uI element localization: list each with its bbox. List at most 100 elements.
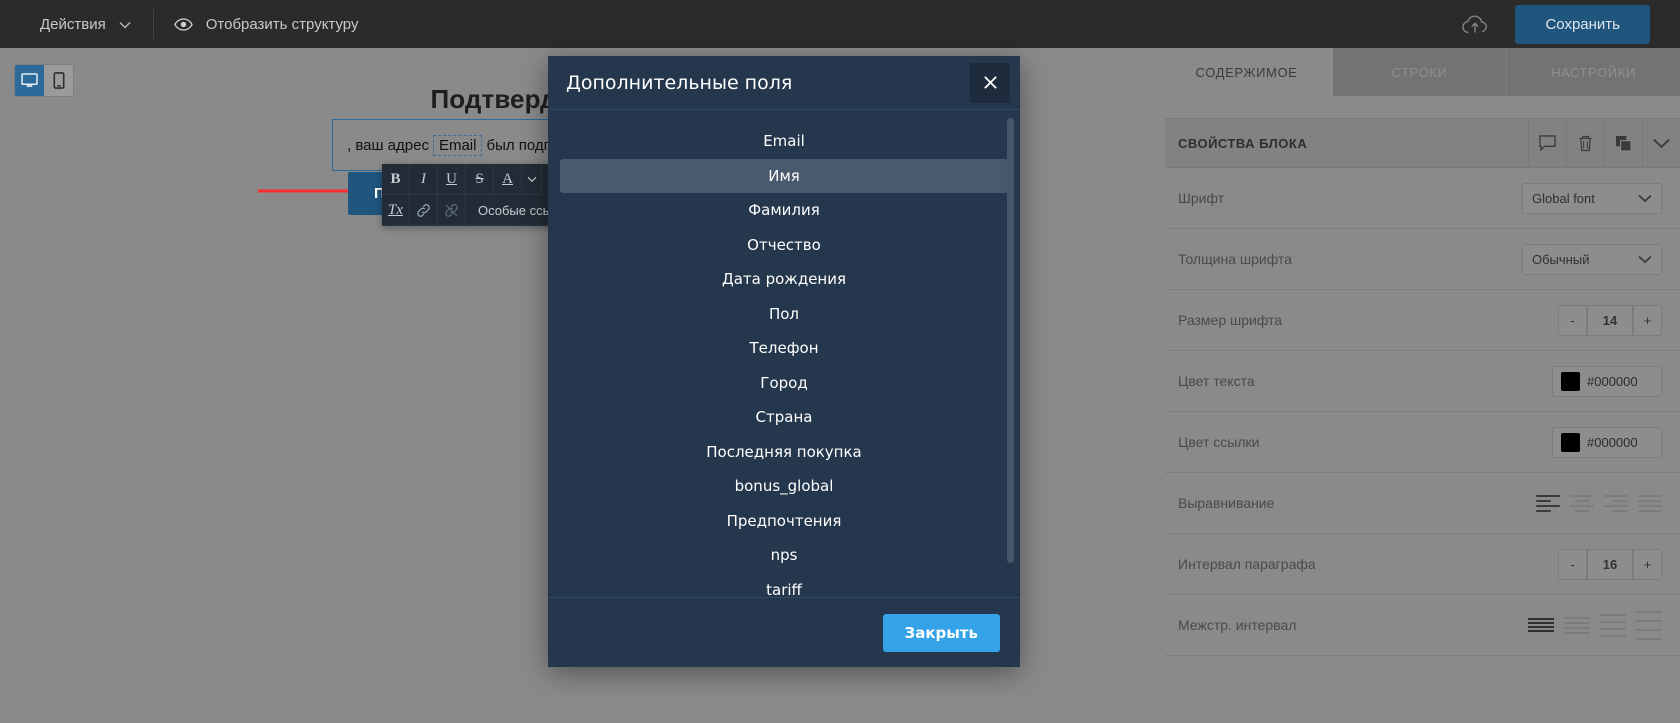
property-label: Толщина шрифта xyxy=(1178,251,1292,267)
desktop-icon[interactable] xyxy=(15,65,44,96)
tab-settings[interactable]: НАСТРОЙКИ xyxy=(1506,48,1680,96)
text-color-picker[interactable]: #000000 xyxy=(1552,365,1662,397)
field-list-item[interactable]: Страна xyxy=(560,400,1008,434)
line-height-normal-icon[interactable] xyxy=(1564,616,1590,634)
property-row-paragraph-spacing: Интервал параграфа - 16 + xyxy=(1165,534,1680,595)
collapse-chevron-down-icon[interactable] xyxy=(1642,118,1680,168)
modal-footer: Закрыть xyxy=(548,597,1020,667)
align-justify-icon[interactable] xyxy=(1638,494,1662,512)
modal-scrollbar-thumb[interactable] xyxy=(1007,118,1014,563)
modal-body: Email Имя Фамилия Отчество Дата рождения Пол Т… xyxy=(548,110,1020,597)
top-bar: Действия Отобразить структуру Сохранить xyxy=(0,0,1680,48)
field-list-item[interactable]: Предпочтения xyxy=(560,504,1008,538)
field-list-item[interactable]: Email xyxy=(560,124,1008,158)
property-row-font-size: Размер шрифта - 14 + xyxy=(1165,290,1680,351)
block-properties-actions xyxy=(1528,118,1680,168)
paragraph-spacing-stepper: - 16 + xyxy=(1558,548,1662,580)
eye-icon xyxy=(174,17,193,31)
field-list-item[interactable]: Телефон xyxy=(560,331,1008,365)
paragraph-spacing-value[interactable]: 16 xyxy=(1587,548,1633,580)
line-height-relaxed-icon[interactable] xyxy=(1600,613,1626,637)
paragraph-spacing-decrement[interactable]: - xyxy=(1558,548,1587,580)
field-list-item[interactable]: Отчество xyxy=(560,228,1008,262)
align-left-icon[interactable] xyxy=(1536,494,1560,512)
color-swatch xyxy=(1561,432,1580,452)
property-label: Цвет текста xyxy=(1178,373,1255,389)
property-control: Global font xyxy=(1522,182,1662,214)
property-row-text-color: Цвет текста #000000 xyxy=(1165,351,1680,412)
line-height-loose-icon[interactable] xyxy=(1636,610,1662,640)
additional-fields-modal: Дополнительные поля Email Имя Фамилия Отчес… xyxy=(548,56,1020,667)
field-list-item[interactable]: Фамилия xyxy=(560,193,1008,227)
unlink-icon[interactable] xyxy=(438,195,466,226)
show-structure-label: Отобразить структуру xyxy=(205,15,359,33)
property-control: #000000 xyxy=(1552,365,1662,397)
paragraph-spacing-increment[interactable]: + xyxy=(1633,548,1662,580)
show-structure-toggle[interactable]: Отобразить структуру xyxy=(154,0,379,48)
property-row-font: Шрифт Global font xyxy=(1165,168,1680,229)
font-size-increment[interactable]: + xyxy=(1633,304,1662,336)
align-right-icon[interactable] xyxy=(1604,494,1628,512)
font-size-decrement[interactable]: - xyxy=(1558,304,1587,336)
strikethrough-button[interactable]: S xyxy=(466,164,494,195)
comment-icon[interactable] xyxy=(1528,118,1566,168)
underline-button[interactable]: U xyxy=(438,164,466,195)
bold-button[interactable]: B xyxy=(382,164,410,195)
field-list-item[interactable]: Последняя покупка xyxy=(560,435,1008,469)
font-family-select[interactable]: Global font xyxy=(1522,182,1662,214)
field-list-item[interactable]: Дата рождения xyxy=(560,262,1008,296)
properties-panel: СОДЕРЖИМОЕ СТРОКИ НАСТРОЙКИ СВОЙСТВА БЛО… xyxy=(1160,48,1680,723)
actions-label: Действия xyxy=(40,15,106,33)
trash-icon[interactable] xyxy=(1566,118,1604,168)
align-center-icon[interactable] xyxy=(1570,494,1594,512)
property-row-alignment: Выравнивание xyxy=(1165,473,1680,534)
property-row-line-height: Межстр. интервал xyxy=(1165,595,1680,656)
chevron-down-icon xyxy=(1638,255,1652,264)
field-list-item[interactable]: nps xyxy=(560,538,1008,572)
italic-button[interactable]: I xyxy=(410,164,438,195)
property-label: Цвет ссылки xyxy=(1178,434,1260,450)
field-list-item[interactable]: bonus_global xyxy=(560,469,1008,503)
property-control: #000000 xyxy=(1552,426,1662,458)
top-bar-right: Сохранить xyxy=(1461,4,1680,44)
actions-menu[interactable]: Действия xyxy=(0,0,153,48)
link-color-picker[interactable]: #000000 xyxy=(1552,426,1662,458)
line-height-options xyxy=(1528,610,1662,640)
tab-rows[interactable]: СТРОКИ xyxy=(1333,48,1506,96)
modal-header: Дополнительные поля xyxy=(548,56,1020,110)
field-list-item[interactable]: tariff xyxy=(560,573,1008,598)
text-color-chevron-down-icon[interactable] xyxy=(522,164,542,195)
cloud-upload-icon[interactable] xyxy=(1461,14,1489,35)
property-row-font-weight: Толщина шрифта Обычный xyxy=(1165,229,1680,290)
field-list-item[interactable]: Город xyxy=(560,366,1008,400)
link-icon[interactable] xyxy=(410,195,438,226)
property-control xyxy=(1536,494,1662,512)
tab-content[interactable]: СОДЕРЖИМОЕ xyxy=(1160,48,1333,96)
clear-format-button[interactable]: Tx xyxy=(382,195,410,226)
merge-tag-email[interactable]: Email xyxy=(432,134,483,156)
duplicate-icon[interactable] xyxy=(1604,118,1642,168)
field-list-item[interactable]: Пол xyxy=(560,297,1008,331)
modal-close-button[interactable]: Закрыть xyxy=(882,613,1000,652)
link-color-value: #000000 xyxy=(1587,434,1638,450)
field-list: Email Имя Фамилия Отчество Дата рождения Пол Т… xyxy=(548,124,1020,597)
line-height-tight-icon[interactable] xyxy=(1528,618,1554,632)
property-label: Интервал параграфа xyxy=(1178,556,1316,572)
property-label: Размер шрифта xyxy=(1178,312,1283,328)
top-bar-left: Действия Отобразить структуру xyxy=(0,0,378,48)
modal-scrollbar-track[interactable] xyxy=(1007,118,1014,578)
text-before: , ваш адрес xyxy=(347,136,429,154)
property-row-link-color: Цвет ссылки #000000 xyxy=(1165,412,1680,473)
modal-title: Дополнительные поля xyxy=(566,71,793,94)
font-weight-select[interactable]: Обычный xyxy=(1522,243,1662,275)
property-control: Обычный xyxy=(1522,243,1662,275)
close-icon[interactable] xyxy=(970,62,1010,103)
property-label: Выравнивание xyxy=(1178,495,1275,511)
text-color-button[interactable]: A xyxy=(494,164,522,195)
save-button[interactable]: Сохранить xyxy=(1515,4,1650,44)
alignment-options xyxy=(1536,494,1662,512)
font-size-stepper: - 14 + xyxy=(1558,304,1662,336)
field-list-item[interactable]: Имя xyxy=(560,158,1008,193)
mobile-icon[interactable] xyxy=(44,65,73,96)
font-size-value[interactable]: 14 xyxy=(1587,304,1633,336)
